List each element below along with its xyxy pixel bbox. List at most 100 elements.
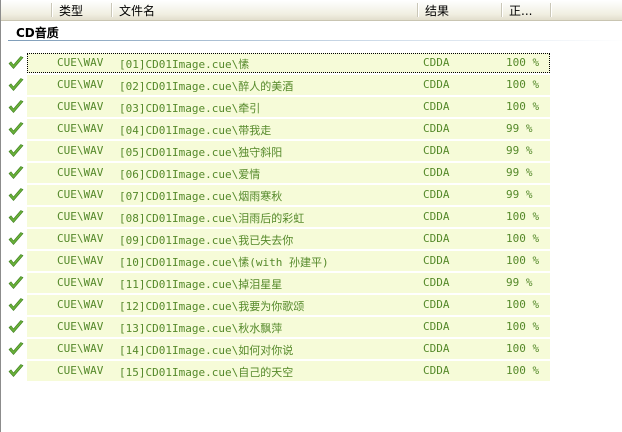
row-type: CUE\WAV [57,276,104,289]
row-result: CDDA [423,342,450,355]
checkmark-icon [8,320,24,333]
table-row[interactable]: CUE\WAV [06]CD01Image.cue\爱情 CDDA 99 % [1,162,622,184]
row-filename: [01]CD01Image.cue\愫 [119,58,250,71]
checkmark-icon [8,298,24,311]
table-row[interactable]: CUE\WAV [15]CD01Image.cue\自己的天空 CDDA 100 % [1,360,622,382]
row-type: CUE\WAV [57,188,104,201]
row-progress: 100 % [506,78,540,91]
checkmark-icon [8,364,24,377]
table-row[interactable]: CUE\WAV [04]CD01Image.cue\带我走 CDDA 99 % [1,118,622,140]
row-type: CUE\WAV [57,364,104,377]
column-header-filename[interactable]: 文件名 [111,0,417,20]
table-row[interactable]: CUE\WAV [09]CD01Image.cue\我已失去你 CDDA 100 % [1,228,622,250]
row-progress: 100 % [506,364,540,377]
column-header-result[interactable]: 结果 [417,0,501,20]
table-row[interactable]: CUE\WAV [05]CD01Image.cue\独守斜阳 CDDA 99 % [1,140,622,162]
row-filename: [07]CD01Image.cue\烟雨寒秋 [119,190,283,203]
row-highlight [27,97,550,117]
row-result: CDDA [423,166,450,179]
row-result: CDDA [423,122,450,135]
row-filename: [11]CD01Image.cue\掉泪星星 [119,278,283,291]
row-filename: [06]CD01Image.cue\爱情 [119,168,261,181]
row-highlight [27,163,550,183]
table-row[interactable]: CUE\WAV [11]CD01Image.cue\掉泪星星 CDDA 99 % [1,272,622,294]
row-progress: 99 % [506,166,533,179]
row-result: CDDA [423,276,450,289]
row-progress: 100 % [506,254,540,267]
row-filename: [15]CD01Image.cue\自己的天空 [119,366,294,379]
row-result: CDDA [423,232,450,245]
table-row[interactable]: CUE\WAV [13]CD01Image.cue\秋水飘萍 CDDA 100 % [1,316,622,338]
row-filename: [12]CD01Image.cue\我要为你歌颂 [119,300,305,313]
row-result: CDDA [423,364,450,377]
checkmark-icon [8,144,24,157]
row-filename: [10]CD01Image.cue\愫(with 孙建平) [119,256,329,269]
column-header-type[interactable]: 类型 [51,0,111,20]
table-row[interactable]: CUE\WAV [07]CD01Image.cue\烟雨寒秋 CDDA 99 % [1,184,622,206]
checkmark-icon [8,166,24,179]
row-progress: 100 % [506,56,540,69]
row-progress: 100 % [506,232,540,245]
row-progress: 100 % [506,298,540,311]
row-result: CDDA [423,254,450,267]
row-type: CUE\WAV [57,144,104,157]
checkmark-icon [8,210,24,223]
checkmark-icon [8,254,24,267]
track-list: CUE\WAV [01]CD01Image.cue\愫 CDDA 100 % CUE\W… [1,52,622,382]
row-type: CUE\WAV [57,122,104,135]
row-result: CDDA [423,56,450,69]
row-progress: 100 % [506,100,540,113]
row-highlight [27,317,550,337]
row-result: CDDA [423,298,450,311]
row-progress: 99 % [506,144,533,157]
row-highlight [27,119,550,139]
row-progress: 100 % [506,210,540,223]
row-highlight [27,53,550,73]
row-result: CDDA [423,320,450,333]
row-result: CDDA [423,188,450,201]
row-type: CUE\WAV [57,210,104,223]
table-row[interactable]: CUE\WAV [01]CD01Image.cue\愫 CDDA 100 % [1,52,622,74]
row-highlight [27,273,550,293]
checkmark-icon [8,78,24,91]
row-filename: [04]CD01Image.cue\带我走 [119,124,272,137]
table-row[interactable]: CUE\WAV [08]CD01Image.cue\泪雨后的彩虹 CDDA 100 % [1,206,622,228]
checkmark-icon [8,122,24,135]
checkmark-icon [8,342,24,355]
table-row[interactable]: CUE\WAV [14]CD01Image.cue\如何对你说 CDDA 100 % [1,338,622,360]
checkmark-icon [8,56,24,69]
list-header: 类型 文件名 结果 正... [1,0,622,21]
row-filename: [13]CD01Image.cue\秋水飘萍 [119,322,283,335]
row-progress: 99 % [506,122,533,135]
checkmark-icon [8,188,24,201]
row-highlight [27,185,550,205]
row-type: CUE\WAV [57,56,104,69]
row-filename: [14]CD01Image.cue\如何对你说 [119,344,294,357]
row-filename: [05]CD01Image.cue\独守斜阳 [119,146,283,159]
row-filename: [03]CD01Image.cue\牵引 [119,102,261,115]
row-type: CUE\WAV [57,254,104,267]
checkmark-icon [8,232,24,245]
column-header-icon[interactable] [1,0,51,20]
row-filename: [08]CD01Image.cue\泪雨后的彩虹 [119,212,305,225]
row-progress: 100 % [506,320,540,333]
column-header-filler [550,0,622,20]
group-divider [8,40,622,41]
group-label: CD音质 [16,26,59,40]
checkmark-icon [8,100,24,113]
row-filename: [09]CD01Image.cue\我已失去你 [119,234,294,247]
row-progress: 100 % [506,342,540,355]
group-header[interactable]: CD音质 [8,22,622,41]
row-type: CUE\WAV [57,232,104,245]
row-result: CDDA [423,78,450,91]
table-row[interactable]: CUE\WAV [12]CD01Image.cue\我要为你歌颂 CDDA 100 % [1,294,622,316]
row-result: CDDA [423,210,450,223]
table-row[interactable]: CUE\WAV [02]CD01Image.cue\醉人的美酒 CDDA 100 % [1,74,622,96]
column-header-progress[interactable]: 正... [501,0,550,20]
table-row[interactable]: CUE\WAV [03]CD01Image.cue\牵引 CDDA 100 % [1,96,622,118]
row-progress: 99 % [506,188,533,201]
row-highlight [27,141,550,161]
checkmark-icon [8,276,24,289]
table-row[interactable]: CUE\WAV [10]CD01Image.cue\愫(with 孙建平) CDDA… [1,250,622,272]
row-result: CDDA [423,100,450,113]
